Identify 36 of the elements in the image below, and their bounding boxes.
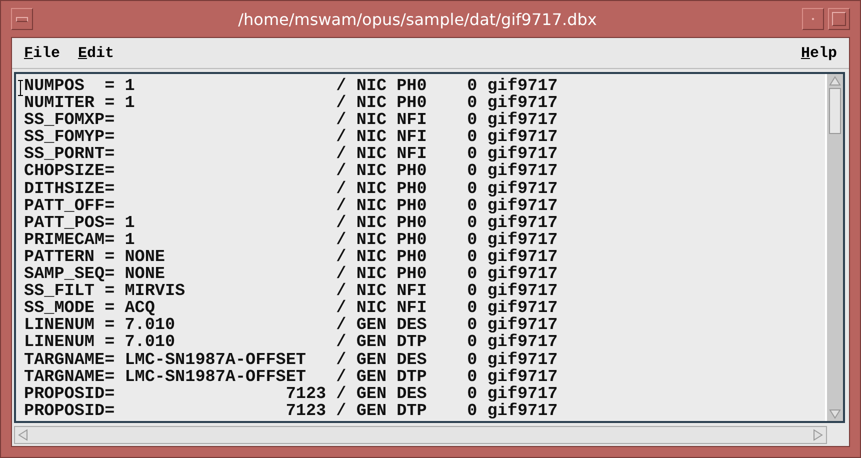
text-line: PRIMECAM= 1 / NIC PH0 0 gif9717: [24, 232, 558, 249]
text-line: PROPOSID= 7123 / GEN DTP 0 gif9717: [24, 402, 558, 420]
text-line: TARGNAME= LMC-SN1987A-OFFSET / GEN DES 0 gif9717: [24, 352, 558, 369]
text-line: LINENUM = 7.010 / GEN DES 0 gif9717: [24, 317, 558, 334]
text-line: PATT_POS= 1 / NIC PH0 0 gif9717: [24, 214, 558, 232]
text-line: PATTERN = NONE / NIC PH0 0 gif9717: [24, 248, 558, 266]
text-line: CHOPSIZE= / NIC PH0 0 gif9717: [24, 163, 558, 181]
text-line: LINENUM = 7.010 / GEN DTP 0 gif9717: [24, 334, 558, 352]
text-line: SS_FOMYP= / NIC NFI 0 gif9717: [24, 129, 558, 146]
text-line: TARGNAME= LMC-SN1987A-OFFSET / GEN DTP 0 gif9717: [24, 368, 558, 386]
menu-item[interactable]: Edit: [78, 44, 114, 62]
text-line: SAMP_SEQ= NONE / NIC PH0 0 gif9717: [24, 266, 558, 284]
menu-item[interactable]: File: [24, 44, 60, 62]
text-line: NUMITER = 1 / NIC PH0 0 gif9717: [24, 95, 558, 112]
window-title: /home/mswam/opus/sample/dat/gif9717.dbx: [237, 10, 598, 28]
scroll-up-icon[interactable]: [829, 76, 841, 86]
text-line: SS_FOMXP= / NIC NFI 0 gif9717: [24, 112, 558, 130]
text-line: DITHSIZE= / NIC PH0 0 gif9717: [24, 180, 558, 198]
scrollbar-thumb[interactable]: [829, 88, 841, 134]
text-area[interactable]: [14, 72, 845, 423]
text-line: SS_MODE = ACQ / NIC NFI 0 gif9717: [24, 300, 558, 318]
maximize-button[interactable]: [828, 8, 850, 30]
scroll-down-icon[interactable]: [829, 409, 841, 419]
vertical-scrollbar[interactable]: [825, 74, 843, 421]
text-cursor-icon: [18, 80, 23, 96]
scroll-right-icon[interactable]: [813, 429, 823, 441]
text-line: SS_FILT = MIRVIS / NIC NFI 0 gif9717: [24, 283, 558, 300]
horizontal-scrollbar[interactable]: [14, 426, 827, 444]
minimize-button[interactable]: [802, 8, 824, 30]
menu-item[interactable]: Help: [800, 44, 837, 62]
text-line: PROPOSID= 7123 / GEN DES 0 gif9717: [24, 386, 558, 403]
text-line: SS_PORNT= / NIC NFI 0 gif9717: [24, 146, 558, 164]
scroll-left-icon[interactable]: [18, 429, 28, 441]
window-menu-button[interactable]: [11, 8, 33, 30]
text-line: NUMPOS = 1 / NIC PH0 0 gif9717: [24, 78, 558, 96]
text-line: PATT_OFF= / NIC PH0 0 gif9717: [24, 198, 558, 215]
